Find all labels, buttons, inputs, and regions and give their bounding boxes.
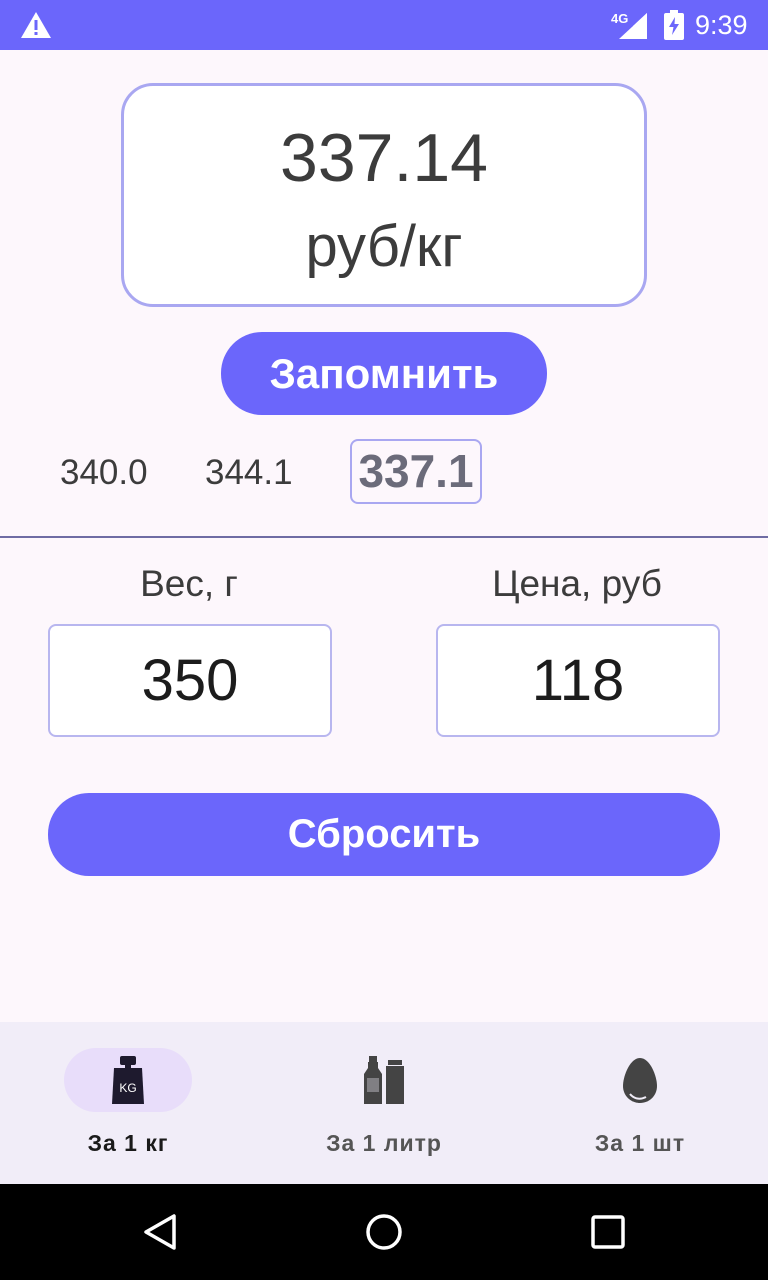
remember-button[interactable]: Запомнить (221, 332, 547, 415)
egg-icon (623, 1058, 657, 1103)
nav-item-per-piece[interactable]: За 1 шт (512, 1022, 768, 1184)
nav-label: За 1 литр (326, 1130, 442, 1156)
result-display: 337.14 руб/кг (121, 83, 647, 307)
bottom-navigation: KG За 1 кг За 1 литр За 1 шт (0, 1022, 768, 1184)
divider (0, 536, 768, 538)
nav-label: За 1 кг (87, 1130, 169, 1156)
nav-label: За 1 шт (594, 1130, 686, 1156)
history-item[interactable]: 340.0 (60, 448, 148, 498)
recents-icon[interactable] (588, 1212, 628, 1252)
weight-label: Вес, г (140, 563, 238, 604)
svg-text:KG: KG (119, 1081, 136, 1095)
weight-kg-icon: KG (112, 1056, 144, 1104)
price-input[interactable]: 118 (436, 624, 720, 737)
home-icon[interactable] (364, 1212, 404, 1252)
history-item[interactable]: 344.1 (205, 448, 293, 498)
clock: 9:39 (695, 10, 748, 40)
result-unit: руб/кг (305, 214, 463, 279)
reset-button[interactable]: Сбросить (48, 793, 720, 876)
weight-input[interactable]: 350 (48, 624, 332, 737)
nav-item-per-liter[interactable]: За 1 литр (256, 1022, 512, 1184)
warning-icon (21, 12, 51, 38)
price-label: Цена, руб (492, 563, 662, 604)
nav-item-per-kg[interactable]: KG За 1 кг (0, 1022, 256, 1184)
status-bar: 4G 9:39 (0, 0, 768, 50)
bottles-icon (364, 1056, 404, 1104)
history-item-current[interactable]: 337.1 (350, 439, 482, 504)
result-value: 337.14 (280, 120, 488, 196)
network-type: 4G (611, 11, 629, 26)
back-icon[interactable] (140, 1212, 180, 1252)
battery-charging-icon (664, 10, 684, 40)
system-navigation-bar (0, 1184, 768, 1280)
